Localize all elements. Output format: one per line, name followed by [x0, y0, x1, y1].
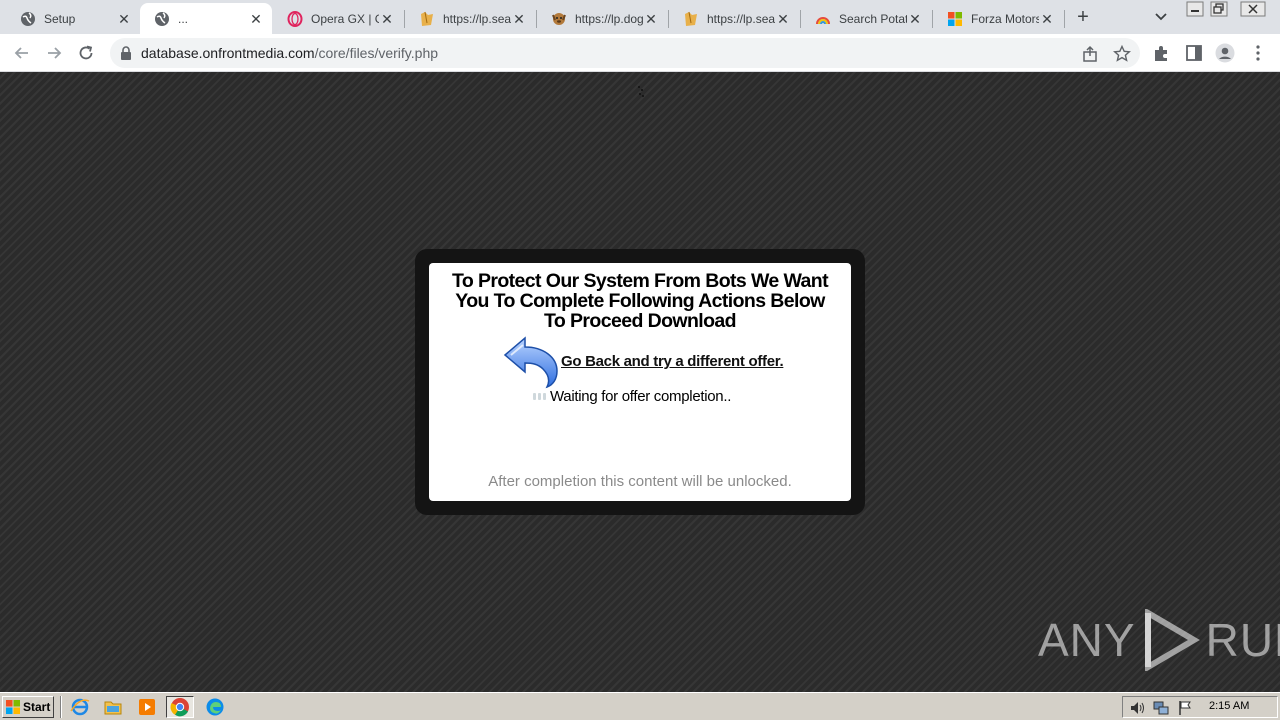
- system-tray: 2:15 AM: [1122, 696, 1278, 718]
- lock-icon[interactable]: [120, 46, 132, 60]
- start-label: Start: [23, 700, 51, 714]
- modal-title: To Protect Our System From Bots We Want …: [451, 270, 829, 332]
- profile-icon[interactable]: [1215, 43, 1235, 63]
- folder-icon: [685, 11, 697, 26]
- microsoft-icon: [948, 11, 962, 26]
- unlock-note: After completion this content will be un…: [488, 473, 792, 490]
- back-button[interactable]: [10, 41, 34, 65]
- taskbar-divider: [60, 696, 62, 718]
- edge-icon[interactable]: [205, 697, 225, 717]
- restore-icon[interactable]: [1210, 1, 1228, 17]
- play-logo-icon: [1144, 609, 1200, 671]
- forward-button[interactable]: [42, 41, 66, 65]
- action-center-flag-icon[interactable]: [1177, 700, 1193, 716]
- share-icon[interactable]: [1081, 45, 1099, 63]
- tab-opera[interactable]: Opera GX | Ga ✕: [273, 3, 403, 34]
- chrome-taskbar-button[interactable]: [166, 696, 194, 718]
- tab-title: https://lp.sea: [707, 11, 775, 26]
- arrow-right-icon: [48, 47, 62, 59]
- close-icon[interactable]: ✕: [775, 11, 791, 27]
- browser-toolbar: database.onfrontmedia.com/core/files/ver…: [0, 34, 1280, 72]
- windows-logo-icon: [6, 700, 20, 714]
- tab-title: Search Potato: [839, 11, 907, 26]
- star-icon[interactable]: [1113, 45, 1131, 63]
- network-icon[interactable]: [1153, 700, 1169, 716]
- tab-title: https://lp.dog: [575, 11, 643, 26]
- dog-icon: [552, 12, 566, 25]
- side-panel-icon[interactable]: [1184, 43, 1204, 63]
- volume-icon[interactable]: [1129, 700, 1145, 716]
- tab-lp-sea-2[interactable]: https://lp.sea ✕: [669, 3, 799, 34]
- chrome-icon: [170, 698, 189, 717]
- close-icon[interactable]: ✕: [116, 11, 132, 27]
- folder-icon: [421, 11, 433, 26]
- loading-spinner-icon: [533, 392, 546, 400]
- tab-title: Setup: [44, 11, 76, 26]
- url-text[interactable]: database.onfrontmedia.com/core/files/ver…: [141, 45, 438, 61]
- verification-modal: To Protect Our System From Bots We Want …: [429, 263, 851, 501]
- start-button[interactable]: Start: [2, 696, 54, 718]
- new-tab-button[interactable]: +: [1072, 6, 1094, 28]
- rainbow-icon: [816, 16, 830, 24]
- close-icon[interactable]: ✕: [248, 11, 264, 27]
- opera-icon: [287, 10, 303, 27]
- verification-modal-frame: To Protect Our System From Bots We Want …: [415, 249, 865, 515]
- taskbar-clock[interactable]: 2:15 AM: [1209, 700, 1249, 712]
- menu-kebab-icon[interactable]: [1248, 43, 1268, 63]
- minimize-icon[interactable]: [1186, 1, 1204, 17]
- tab-title: Forza Motorsp: [971, 11, 1039, 26]
- chevron-down-icon[interactable]: [1151, 8, 1171, 26]
- internet-explorer-icon[interactable]: [70, 697, 90, 717]
- go-back-row[interactable]: Go Back and try a different offer.: [503, 335, 793, 391]
- tab-title: Opera GX | Ga: [311, 11, 379, 26]
- tab-lp-sea-1[interactable]: https://lp.sea ✕: [405, 3, 535, 34]
- close-icon[interactable]: ✕: [1039, 11, 1055, 27]
- tab-lp-dog[interactable]: https://lp.dog ✕: [537, 3, 667, 34]
- tab-search-potato[interactable]: Search Potato ✕: [801, 3, 931, 34]
- tab-setup[interactable]: Setup ✕: [6, 3, 140, 34]
- extensions-icon[interactable]: [1152, 43, 1172, 63]
- watermark-text-right: RUN: [1205, 614, 1280, 666]
- reload-icon: [79, 45, 93, 60]
- close-icon[interactable]: ✕: [907, 11, 923, 27]
- windows-taskbar: Start 2:15 AM: [0, 692, 1280, 720]
- tab-active[interactable]: ... ✕: [140, 3, 272, 34]
- loading-cursor-icon: [638, 86, 644, 97]
- file-explorer-icon[interactable]: [103, 697, 123, 717]
- waiting-status: Waiting for offer completion..: [533, 386, 773, 406]
- tab-strip: Setup ✕ ... ✕ Opera GX | Ga ✕ https://lp…: [0, 0, 1280, 34]
- go-back-link[interactable]: Go Back and try a different offer.: [561, 353, 784, 370]
- globe-icon: [21, 11, 35, 26]
- window-close-icon[interactable]: [1240, 1, 1266, 17]
- waiting-text: Waiting for offer completion..: [550, 387, 732, 405]
- url-host: database.onfrontmedia.com: [141, 45, 315, 61]
- close-icon[interactable]: ✕: [643, 11, 659, 27]
- tab-forza[interactable]: Forza Motorsp ✕: [933, 3, 1063, 34]
- close-icon[interactable]: ✕: [379, 11, 395, 27]
- tab-title: https://lp.sea: [443, 11, 511, 26]
- media-player-icon[interactable]: [137, 697, 157, 717]
- url-path: /core/files/verify.php: [314, 45, 439, 61]
- page-content: To Protect Our System From Bots We Want …: [0, 72, 1280, 692]
- watermark-text-left: ANY: [1038, 614, 1136, 666]
- tab-divider: [1064, 10, 1065, 28]
- globe-icon: [155, 11, 169, 26]
- tab-title: ...: [178, 11, 189, 26]
- address-bar[interactable]: database.onfrontmedia.com/core/files/ver…: [110, 38, 1140, 68]
- anyrun-watermark: ANY RUN: [1038, 608, 1280, 672]
- reload-button[interactable]: [74, 41, 98, 65]
- curved-back-arrow-icon[interactable]: [503, 335, 559, 389]
- close-icon[interactable]: ✕: [511, 11, 527, 27]
- arrow-left-icon: [14, 47, 28, 59]
